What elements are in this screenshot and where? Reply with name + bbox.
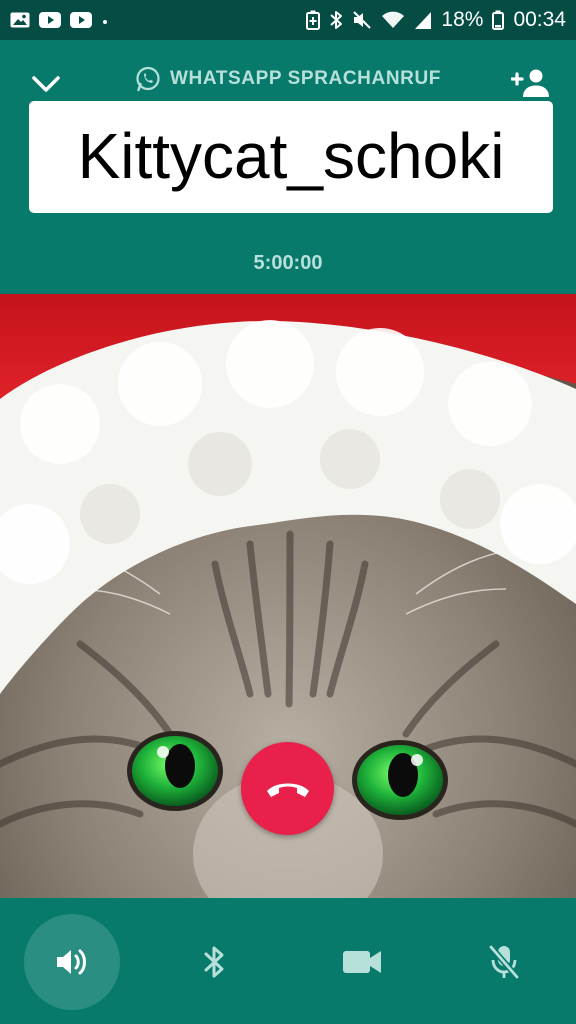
wifi-icon: [381, 10, 405, 30]
call-type-label: WHATSAPP SPRACHANRUF: [170, 68, 441, 89]
mute-icon: [352, 10, 372, 30]
gallery-icon: [10, 12, 30, 28]
youtube-icon: [39, 12, 61, 28]
clock: 00:34: [513, 8, 566, 31]
video-button[interactable]: [314, 914, 410, 1010]
mute-button[interactable]: [456, 914, 552, 1010]
whatsapp-icon: [135, 66, 161, 92]
battery-icon: [492, 10, 505, 30]
dot-icon: [101, 12, 109, 28]
signal-icon: [414, 10, 432, 30]
call-type: WHATSAPP SPRACHANRUF: [0, 66, 576, 92]
contact-name: Kittycat_schoki: [77, 120, 505, 192]
call-timer: 5:00:00: [253, 252, 323, 274]
add-person-icon: [511, 69, 549, 97]
battery-saver-icon: [306, 10, 321, 30]
call-header: WHATSAPP SPRACHANRUF Kittycat_schoki 5:0…: [0, 40, 576, 294]
battery-percent: 18%: [441, 8, 484, 31]
youtube-icon: [70, 12, 92, 28]
bluetooth-button[interactable]: [166, 914, 262, 1010]
mic-off-icon: [488, 945, 520, 979]
add-participant-button[interactable]: [510, 66, 552, 100]
bluetooth-icon: [329, 10, 343, 30]
speaker-icon: [57, 949, 86, 975]
call-controls-bar: [0, 898, 576, 1024]
status-right: 18% 00:34: [306, 8, 566, 32]
speaker-button[interactable]: [24, 914, 120, 1010]
status-bar: 18% 00:34: [0, 0, 576, 40]
bluetooth-icon: [204, 946, 224, 978]
hangup-phone-icon: [266, 783, 309, 797]
end-call-button[interactable]: [241, 742, 334, 835]
contact-name-box: Kittycat_schoki: [29, 101, 553, 213]
status-left: [10, 12, 109, 28]
video-camera-icon: [343, 951, 381, 973]
